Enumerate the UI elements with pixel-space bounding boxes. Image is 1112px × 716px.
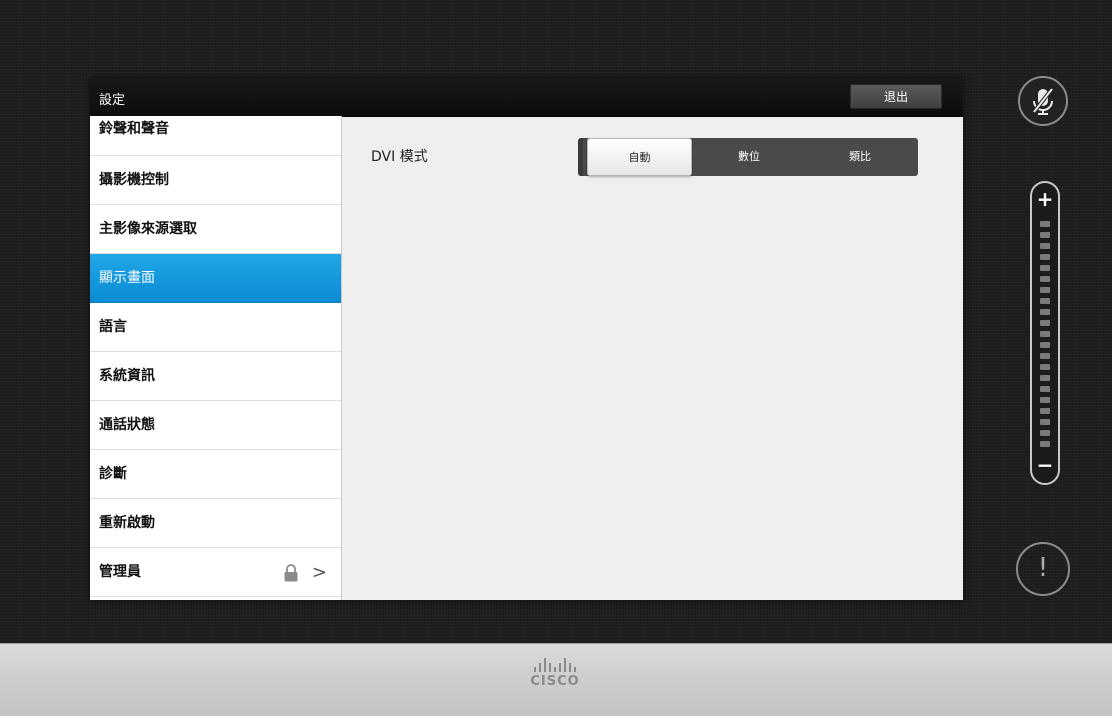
volume-down-button[interactable]: −	[1032, 455, 1058, 475]
exit-button[interactable]: 退出	[850, 84, 942, 109]
cisco-logo: CISCO	[505, 656, 605, 700]
sidebar-item-display[interactable]: 顯示畫面	[90, 254, 341, 303]
volume-slider[interactable]: + −	[1030, 181, 1060, 485]
sidebar-item-label: 系統資訊	[99, 368, 155, 384]
page-title: 設定	[99, 93, 126, 108]
sidebar-item-label: 通話狀態	[99, 417, 155, 433]
chevron-right-icon: >	[311, 562, 327, 583]
dvi-option-analog[interactable]: 類比	[805, 138, 915, 176]
sidebar-item-label: 語言	[99, 319, 127, 335]
sidebar-item-label: 攝影機控制	[99, 172, 169, 188]
sidebar-item-label: 診斷	[99, 466, 127, 482]
mute-button[interactable]	[1018, 76, 1068, 126]
sidebar-item-diagnostics[interactable]: 診斷	[90, 450, 341, 499]
dvi-option-digital[interactable]: 數位	[695, 138, 803, 176]
sidebar-item-label: 鈴聲和聲音	[99, 121, 169, 137]
cisco-wordmark: CISCO	[530, 674, 580, 689]
sidebar-item-main-source[interactable]: 主影像來源選取	[90, 205, 341, 254]
dvi-mode-label: DVI 模式	[371, 149, 428, 165]
sidebar-item-language[interactable]: 語言	[90, 303, 341, 352]
mic-muted-icon	[1032, 87, 1054, 115]
settings-panel: 設定 退出 鈴聲和聲音 攝影機控制 主影像來源選取 顯示畫面 語言 系統資訊 通…	[90, 78, 963, 600]
settings-sidebar: 鈴聲和聲音 攝影機控制 主影像來源選取 顯示畫面 語言 系統資訊 通話狀態 診斷…	[90, 116, 342, 600]
sidebar-item-administrator[interactable]: 管理員 >	[90, 548, 341, 597]
display-settings-content: DVI 模式 自動 數位 類比	[342, 116, 963, 600]
volume-level-ticks	[1040, 221, 1050, 452]
sidebar-item-label: 主影像來源選取	[99, 221, 197, 237]
title-bar: 設定 退出	[90, 78, 963, 117]
sidebar-item-call-status[interactable]: 通話狀態	[90, 401, 341, 450]
dvi-mode-selector: 自動 數位 類比	[578, 138, 918, 176]
sidebar-item-label: 顯示畫面	[99, 270, 155, 286]
cisco-bars-icon	[505, 656, 605, 672]
sidebar-item-system-info[interactable]: 系統資訊	[90, 352, 341, 401]
sidebar-item-camera-control[interactable]: 攝影機控制	[90, 156, 341, 205]
volume-up-button[interactable]: +	[1032, 189, 1058, 209]
sidebar-item-restart[interactable]: 重新啟動	[90, 499, 341, 548]
lock-icon	[284, 564, 298, 582]
dvi-option-auto[interactable]: 自動	[587, 138, 692, 176]
alert-button[interactable]: !	[1016, 542, 1070, 596]
sidebar-item-label: 重新啟動	[99, 515, 155, 531]
sidebar-item-ringtones-sounds[interactable]: 鈴聲和聲音	[90, 116, 341, 156]
sidebar-item-label: 管理員	[99, 564, 141, 580]
